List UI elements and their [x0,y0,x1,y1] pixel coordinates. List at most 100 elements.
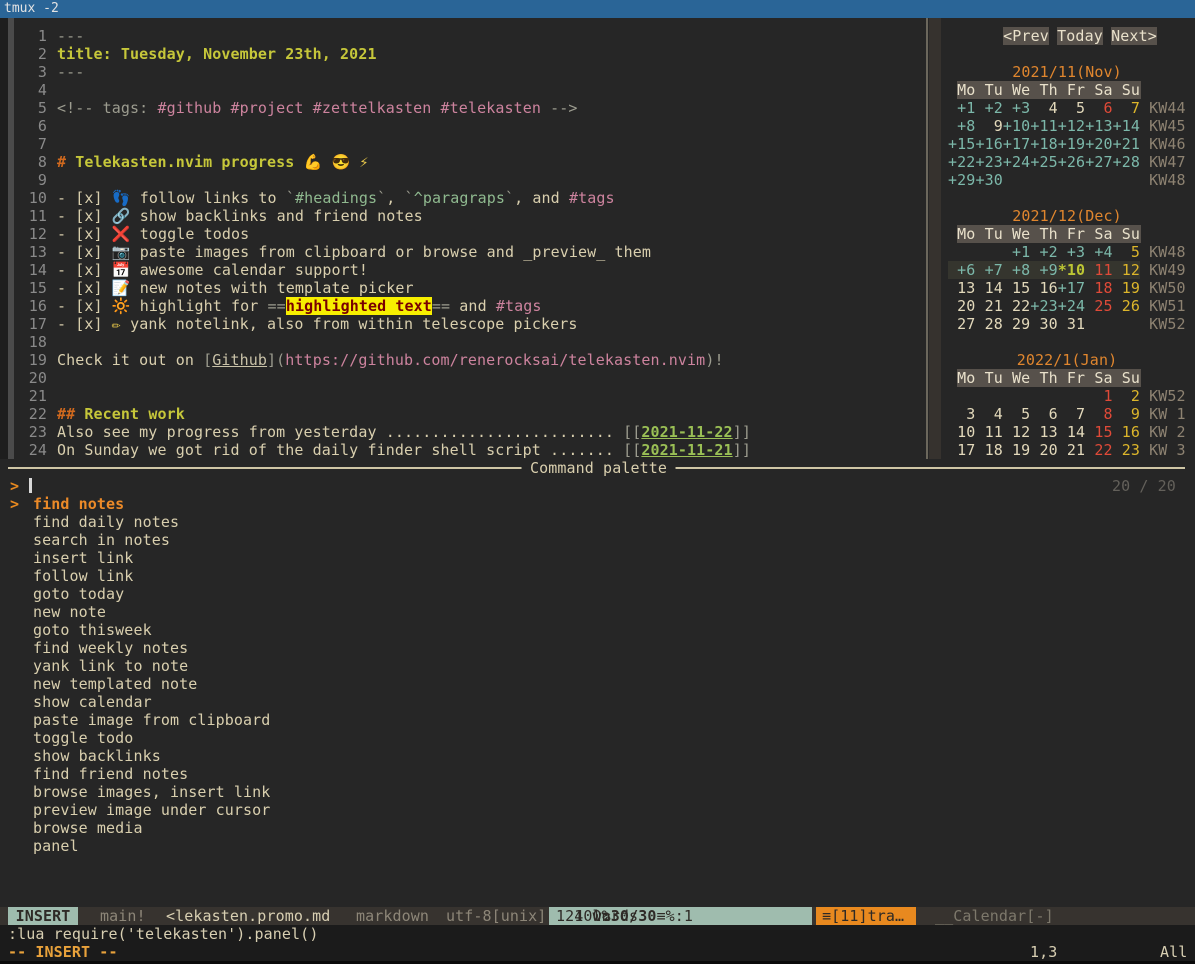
palette-prompt[interactable]: > [0,477,1195,495]
calendar-nav-prev[interactable]: <Prev [1003,27,1049,45]
calendar-day[interactable]: 19 [1113,279,1140,297]
calendar-day[interactable]: 26 [1113,297,1140,315]
calendar-day[interactable]: +20 [1085,135,1112,153]
calendar-day[interactable]: 11 [1085,261,1112,279]
palette-item[interactable]: find weekly notes [0,639,1195,657]
window-separator[interactable] [926,18,928,459]
palette-item[interactable]: toggle todo [0,729,1195,747]
calendar-day[interactable]: 1 [1085,387,1112,405]
calendar-day[interactable]: +9 [1030,261,1057,279]
calendar-day[interactable]: 8 [1085,405,1112,423]
calendar-day[interactable]: 7 [1058,405,1085,423]
calendar-day[interactable]: 9 [975,117,1002,135]
calendar-day[interactable]: 6 [1085,99,1112,117]
calendar-day[interactable]: 3 [948,405,975,423]
calendar-day[interactable]: 5 [1058,99,1085,117]
calendar-day[interactable]: 31 [1058,315,1085,333]
calendar-day[interactable]: 18 [1085,279,1112,297]
calendar-day[interactable]: 22 [1085,441,1112,459]
calendar-day[interactable]: +16 [975,135,1002,153]
calendar-day[interactable]: 27 [948,315,975,333]
calendar-day[interactable]: 14 [1058,423,1085,441]
editor-line[interactable]: 8# Telekasten.nvim progress 💪 😎 ⚡ [0,153,926,171]
calendar-day[interactable]: +8 [948,117,975,135]
calendar-day[interactable]: +23 [1030,297,1057,315]
calendar-day[interactable]: +26 [1058,153,1085,171]
editor-line[interactable]: 1--- [0,27,926,45]
calendar-day[interactable]: +25 [1030,153,1057,171]
calendar-day[interactable]: 25 [1085,297,1112,315]
calendar-day[interactable]: 21 [1058,441,1085,459]
calendar-day[interactable]: 10 [948,423,975,441]
calendar-day[interactable]: +2 [1030,243,1057,261]
palette-item[interactable]: show backlinks [0,747,1195,765]
calendar-day[interactable]: +2 [975,99,1002,117]
calendar-day[interactable]: 20 [948,297,975,315]
url-link[interactable]: https://github.com/renerocksai/telekaste… [285,351,705,369]
palette-item[interactable]: panel [0,837,1195,855]
calendar-day[interactable]: 12 [1003,423,1030,441]
editor-line[interactable]: 3--- [0,63,926,81]
editor-line[interactable]: 13- [x] 📷 paste images from clipboard or… [0,243,926,261]
calendar-day[interactable]: 13 [948,279,975,297]
note-link[interactable]: 2021-11-22 [641,423,732,441]
editor-line[interactable]: 22## Recent work [0,405,926,423]
calendar-day[interactable]: +1 [1003,243,1030,261]
calendar-day[interactable]: 16 [1030,279,1057,297]
palette-item[interactable]: browse media [0,819,1195,837]
calendar-day[interactable]: +10 [1003,117,1030,135]
palette-item[interactable]: find daily notes [0,513,1195,531]
calendar-day[interactable]: +27 [1085,153,1112,171]
calendar-day[interactable]: +3 [1003,99,1030,117]
palette-item[interactable]: browse images, insert link [0,783,1195,801]
calendar-day[interactable]: 13 [1030,423,1057,441]
palette-item[interactable]: goto today [0,585,1195,603]
calendar-day[interactable]: +29 [948,171,975,189]
editor-line[interactable]: 20 [0,369,926,387]
calendar-day[interactable]: +4 [1085,243,1112,261]
calendar-day[interactable]: 2 [1113,387,1140,405]
calendar-day[interactable]: +23 [975,153,1002,171]
calendar-day[interactable]: +3 [1058,243,1085,261]
editor-line[interactable]: 19Check it out on [Github](https://githu… [0,351,926,369]
editor-line[interactable]: 18 [0,333,926,351]
calendar-day[interactable]: 18 [975,441,1002,459]
palette-item[interactable]: yank link to note [0,657,1195,675]
calendar-day[interactable]: 16 [1113,423,1140,441]
calendar-day[interactable]: +19 [1058,135,1085,153]
calendar-nav-today[interactable]: Today [1057,27,1103,45]
palette-item[interactable]: >find notes [0,495,1195,513]
editor-line[interactable]: 21 [0,387,926,405]
calendar-day[interactable]: 5 [1113,243,1140,261]
palette-item[interactable]: follow link [0,567,1195,585]
calendar-day[interactable]: +1 [948,99,975,117]
calendar-day[interactable]: +12 [1058,117,1085,135]
calendar-day[interactable]: +24 [1058,297,1085,315]
palette-item[interactable]: new templated note [0,675,1195,693]
calendar-day[interactable]: 4 [975,405,1002,423]
editor-line[interactable]: 7 [0,135,926,153]
calendar-day[interactable]: +15 [948,135,975,153]
calendar-day[interactable]: 7 [1113,99,1140,117]
calendar-day[interactable]: 17 [948,441,975,459]
calendar-day[interactable]: 28 [975,315,1002,333]
editor-line[interactable]: 5<!-- tags: #github #project #zettelkast… [0,99,926,117]
calendar-day[interactable]: +21 [1113,135,1140,153]
palette-item[interactable]: new note [0,603,1195,621]
calendar-day[interactable]: 6 [1030,405,1057,423]
calendar-day[interactable]: 11 [975,423,1002,441]
calendar-day[interactable]: 22 [1003,297,1030,315]
calendar-day[interactable]: 20 [1030,441,1057,459]
editor-line[interactable]: 12- [x] ❌ toggle todos [0,225,926,243]
editor-line[interactable]: 2title: Tuesday, November 23th, 2021 [0,45,926,63]
editor-line[interactable]: 24On Sunday we got rid of the daily find… [0,441,926,459]
palette-item[interactable]: goto thisweek [0,621,1195,639]
calendar-day[interactable]: 14 [975,279,1002,297]
calendar-day[interactable]: 23 [1113,441,1140,459]
editor-line[interactable]: 9 [0,171,926,189]
note-link[interactable]: 2021-11-21 [641,441,732,459]
calendar-day[interactable]: 4 [1030,99,1057,117]
calendar-day[interactable]: 15 [1003,279,1030,297]
calendar-day[interactable]: +24 [1003,153,1030,171]
calendar-day[interactable]: +14 [1113,117,1140,135]
